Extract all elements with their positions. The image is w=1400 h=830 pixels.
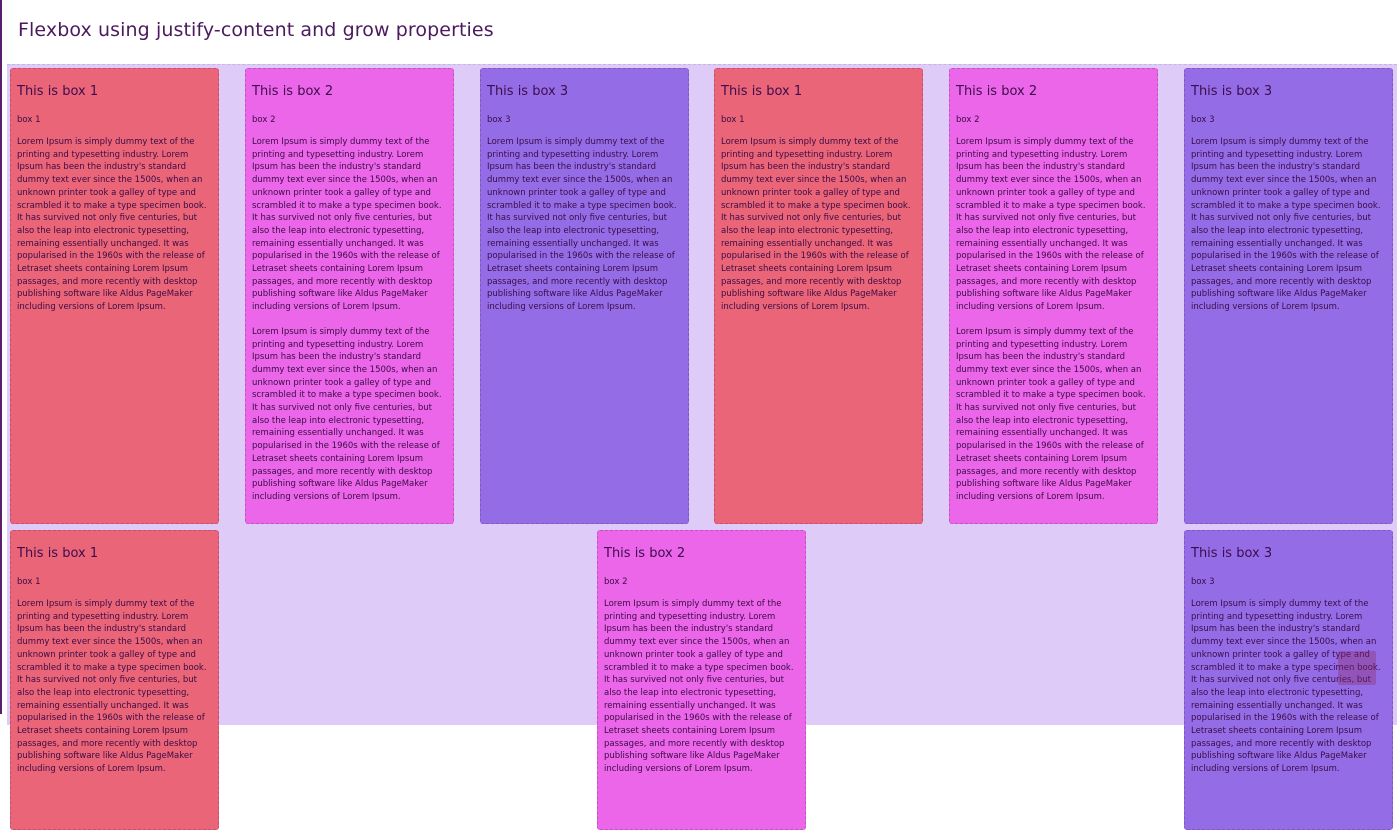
box-paragraph: Lorem Ipsum is simply dummy text of the … — [252, 137, 442, 313]
text-selection-highlight — [1338, 651, 1376, 685]
box-subtitle: box 1 — [17, 115, 41, 125]
box-title: This is box 2 — [252, 84, 334, 99]
box-subtitle: box 1 — [721, 115, 745, 125]
box-subtitle: box 1 — [17, 577, 41, 587]
flex-container: This is box 1 box 1 Lorem Ipsum is simpl… — [7, 64, 1397, 830]
box-paragraph: Lorem Ipsum is simply dummy text of the … — [1191, 137, 1381, 313]
box-title: This is box 3 — [487, 84, 569, 99]
box-paragraph: Lorem Ipsum is simply dummy text of the … — [956, 326, 1146, 502]
box-1: This is box 1 box 1 Lorem Ipsum is simpl… — [10, 68, 219, 524]
box-paragraph: Lorem Ipsum is simply dummy text of the … — [1191, 599, 1381, 775]
box-3: This is box 3 box 3 Lorem Ipsum is simpl… — [1184, 68, 1393, 524]
box-title: This is box 3 — [1191, 84, 1273, 99]
box-1: This is box 1 box 1 Lorem Ipsum is simpl… — [714, 68, 923, 524]
box-subtitle: box 3 — [487, 115, 511, 125]
box-paragraph: Lorem Ipsum is simply dummy text of the … — [604, 599, 794, 775]
box-paragraph: Lorem Ipsum is simply dummy text of the … — [487, 137, 677, 313]
box-1: This is box 1 box 1 Lorem Ipsum is simpl… — [10, 530, 219, 830]
box-paragraph: Lorem Ipsum is simply dummy text of the … — [252, 326, 442, 502]
page-title: Flexbox using justify-content and grow p… — [18, 19, 494, 41]
box-2: This is box 2 box 2 Lorem Ipsum is simpl… — [245, 68, 454, 524]
box-subtitle: box 2 — [252, 115, 276, 125]
box-title: This is box 1 — [17, 546, 99, 561]
box-title: This is box 1 — [17, 84, 99, 99]
box-paragraph: Lorem Ipsum is simply dummy text of the … — [956, 137, 1146, 313]
page-left-border — [0, 0, 2, 714]
box-subtitle: box 3 — [1191, 577, 1215, 587]
box-title: This is box 2 — [604, 546, 686, 561]
box-subtitle: box 2 — [604, 577, 628, 587]
box-paragraph: Lorem Ipsum is simply dummy text of the … — [721, 137, 911, 313]
box-3: This is box 3 box 3 Lorem Ipsum is simpl… — [480, 68, 689, 524]
box-title: This is box 3 — [1191, 546, 1273, 561]
box-paragraph: Lorem Ipsum is simply dummy text of the … — [17, 599, 207, 775]
box-subtitle: box 3 — [1191, 115, 1215, 125]
box-2: This is box 2 box 2 Lorem Ipsum is simpl… — [949, 68, 1158, 524]
box-paragraph: Lorem Ipsum is simply dummy text of the … — [17, 137, 207, 313]
box-title: This is box 1 — [721, 84, 803, 99]
box-subtitle: box 2 — [956, 115, 980, 125]
box-2: This is box 2 box 2 Lorem Ipsum is simpl… — [597, 530, 806, 830]
box-title: This is box 2 — [956, 84, 1038, 99]
